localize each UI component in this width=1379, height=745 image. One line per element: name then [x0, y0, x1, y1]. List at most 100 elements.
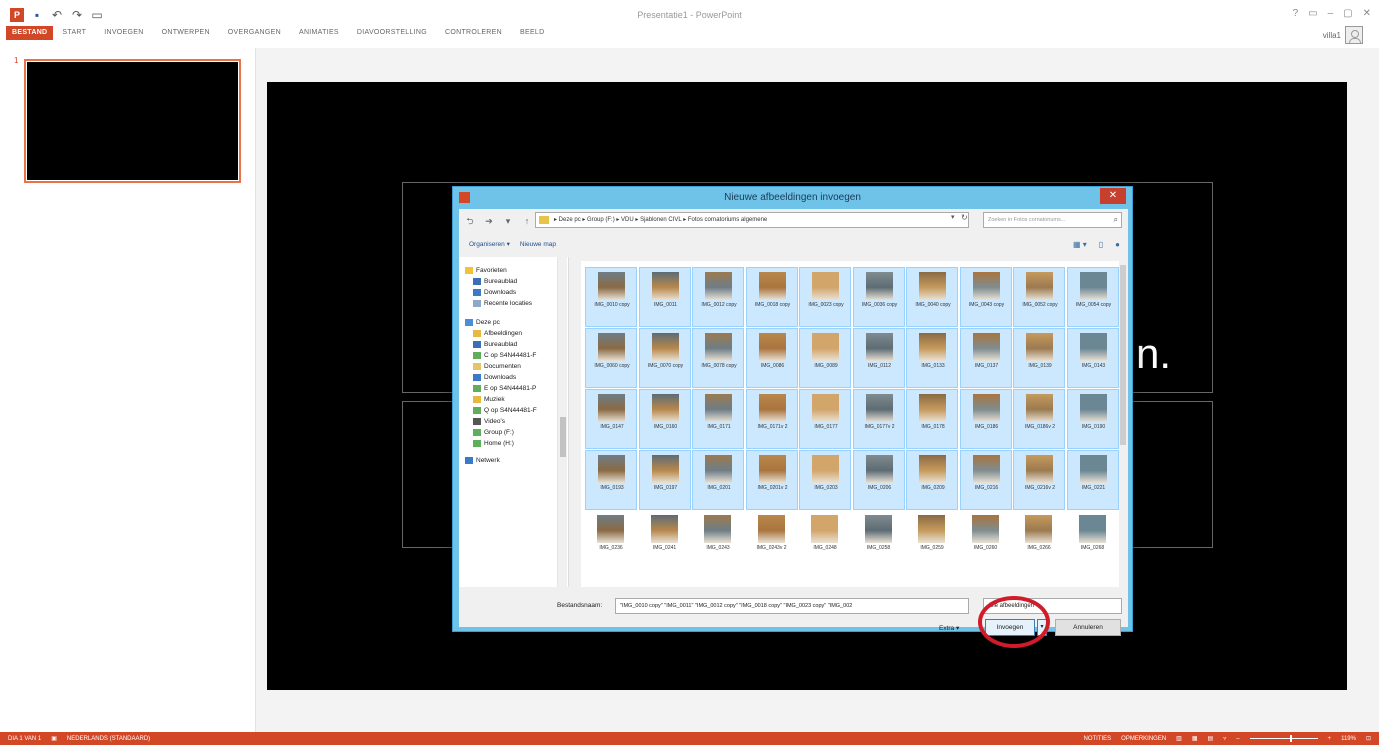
- search-input[interactable]: Zoeken in Fotos cornatoriums... ⌕: [983, 212, 1122, 228]
- file-item[interactable]: IMG_0177: [799, 389, 851, 449]
- file-item[interactable]: IMG_0177v 2: [852, 389, 905, 449]
- nav-item[interactable]: Video's: [473, 418, 505, 425]
- file-item[interactable]: IMG_0160: [638, 389, 691, 449]
- file-item[interactable]: IMG_0143: [1066, 328, 1119, 388]
- file-item[interactable]: IMG_0060 copy: [585, 328, 637, 388]
- tab-diavoorstelling[interactable]: DIAVOORSTELLING: [348, 26, 436, 40]
- nav-item[interactable]: Favorieten: [465, 267, 507, 274]
- file-item[interactable]: IMG_0010 copy: [585, 267, 637, 327]
- ribbon-display-icon[interactable]: ▭: [1308, 8, 1317, 19]
- tab-bestand[interactable]: BESTAND: [6, 26, 54, 40]
- file-item[interactable]: IMG_0201: [692, 450, 744, 510]
- nav-item[interactable]: Downloads: [473, 289, 516, 296]
- address-dropdown-icon[interactable]: ▾: [951, 213, 955, 221]
- file-item[interactable]: IMG_0259: [906, 511, 958, 571]
- file-item[interactable]: IMG_0054 copy: [1066, 267, 1119, 327]
- file-item[interactable]: IMG_0133: [906, 328, 958, 388]
- file-item[interactable]: IMG_0112: [852, 328, 905, 388]
- organize-button[interactable]: Organiseren ▾: [469, 240, 510, 248]
- file-item[interactable]: IMG_0221: [1066, 450, 1119, 510]
- file-item[interactable]: IMG_0171v 2: [745, 389, 798, 449]
- file-item[interactable]: IMG_0040 copy: [906, 267, 958, 327]
- file-item[interactable]: IMG_0186v 2: [1013, 389, 1065, 449]
- zoom-in-icon[interactable]: +: [1328, 736, 1332, 742]
- file-item[interactable]: IMG_0197: [638, 450, 691, 510]
- file-item[interactable]: IMG_0241: [639, 511, 691, 571]
- file-item[interactable]: IMG_0178: [906, 389, 958, 449]
- nav-item[interactable]: Deze pc: [465, 319, 500, 326]
- file-item[interactable]: IMG_0236: [585, 511, 637, 571]
- file-grid-scrollbar[interactable]: [1119, 261, 1127, 587]
- fit-slide-icon[interactable]: ⊡: [1366, 735, 1371, 742]
- address-bar[interactable]: ▸ Deze pc ▸ Group (F:) ▸ VDU ▸ Sjablonen…: [535, 212, 969, 228]
- file-item[interactable]: IMG_0052 copy: [1013, 267, 1065, 327]
- file-item[interactable]: IMG_0243v 2: [746, 511, 798, 571]
- file-item[interactable]: IMG_0243: [692, 511, 744, 571]
- refresh-icon[interactable]: ↻: [961, 213, 968, 222]
- file-item[interactable]: IMG_0139: [1013, 328, 1065, 388]
- recent-locations-icon[interactable]: ▾: [500, 214, 516, 228]
- nav-item[interactable]: Afbeeldingen: [473, 330, 522, 337]
- file-item[interactable]: IMG_0147: [585, 389, 637, 449]
- comments-button[interactable]: OPMERKINGEN: [1121, 736, 1166, 742]
- zoom-out-icon[interactable]: –: [1236, 736, 1239, 742]
- file-item[interactable]: IMG_0023 copy: [799, 267, 851, 327]
- new-folder-button[interactable]: Nieuwe map: [520, 241, 556, 248]
- nav-item[interactable]: Home (H:): [473, 440, 514, 447]
- zoom-slider[interactable]: [1249, 735, 1318, 742]
- reading-view-icon[interactable]: ▤: [1208, 735, 1214, 742]
- tab-ontwerpen[interactable]: ONTWERPEN: [153, 26, 219, 40]
- minimize-icon[interactable]: –: [1328, 8, 1334, 19]
- slide-thumbnail[interactable]: [24, 59, 241, 183]
- nav-item[interactable]: Downloads: [473, 374, 516, 381]
- nav-item[interactable]: Documenten: [473, 363, 521, 370]
- file-item[interactable]: IMG_0266: [1013, 511, 1065, 571]
- file-item[interactable]: IMG_0201v 2: [745, 450, 798, 510]
- maximize-icon[interactable]: ▢: [1343, 8, 1352, 19]
- up-icon[interactable]: ↑: [519, 214, 535, 228]
- file-item[interactable]: IMG_0193: [585, 450, 637, 510]
- zoom-level[interactable]: 119%: [1341, 736, 1356, 742]
- file-item[interactable]: IMG_0258: [853, 511, 905, 571]
- file-item[interactable]: IMG_0036 copy: [852, 267, 905, 327]
- nav-item[interactable]: Netwerk: [465, 457, 500, 464]
- file-item[interactable]: IMG_0209: [906, 450, 958, 510]
- nav-item[interactable]: Bureaublad: [473, 341, 517, 348]
- language-indicator[interactable]: NEDERLANDS (STANDAARD): [67, 736, 150, 742]
- notes-button[interactable]: NOTITIES: [1083, 736, 1111, 742]
- nav-item[interactable]: Group (F:): [473, 429, 514, 436]
- help-icon[interactable]: ●: [1115, 240, 1120, 249]
- file-item[interactable]: IMG_0070 copy: [638, 328, 691, 388]
- file-item[interactable]: IMG_0206: [852, 450, 905, 510]
- file-item[interactable]: IMG_0260: [960, 511, 1012, 571]
- file-item[interactable]: IMG_0089: [799, 328, 851, 388]
- tab-overgangen[interactable]: OVERGANGEN: [219, 26, 290, 40]
- spellcheck-icon[interactable]: ▣: [51, 735, 57, 742]
- nav-item[interactable]: Bureaublad: [473, 278, 517, 285]
- tab-invoegen[interactable]: INVOEGEN: [95, 26, 152, 40]
- tab-animaties[interactable]: ANIMATIES: [290, 26, 348, 40]
- filename-input[interactable]: "IMG_0010 copy" "IMG_0011" "IMG_0012 cop…: [615, 598, 969, 614]
- file-item[interactable]: IMG_0216v 2: [1013, 450, 1065, 510]
- tab-controleren[interactable]: CONTROLEREN: [436, 26, 511, 40]
- cancel-button[interactable]: Annuleren: [1055, 619, 1121, 636]
- file-item[interactable]: IMG_0203: [799, 450, 851, 510]
- tab-start[interactable]: START: [53, 26, 95, 40]
- user-account[interactable]: villa1: [1323, 26, 1363, 44]
- nav-item[interactable]: Q op S4N44481-F: [473, 407, 537, 414]
- file-item[interactable]: IMG_0011: [638, 267, 691, 327]
- nav-item[interactable]: C op S4N44481-F: [473, 352, 536, 359]
- slide-sorter-icon[interactable]: ▦: [1192, 735, 1198, 742]
- nav-item[interactable]: E op S4N44481-P: [473, 385, 536, 392]
- file-item[interactable]: IMG_0137: [959, 328, 1012, 388]
- file-item[interactable]: IMG_0268: [1067, 511, 1119, 571]
- preview-pane-icon[interactable]: ▯: [1099, 240, 1103, 249]
- tab-beeld[interactable]: BEELD: [511, 26, 553, 40]
- normal-view-icon[interactable]: ▥: [1176, 735, 1182, 742]
- close-icon[interactable]: ✕: [1363, 8, 1371, 19]
- close-button[interactable]: ✕: [1100, 188, 1126, 204]
- avatar[interactable]: [1345, 26, 1363, 44]
- file-item[interactable]: IMG_0171: [692, 389, 744, 449]
- nav-pane-scrollbar[interactable]: [557, 257, 567, 587]
- file-item[interactable]: IMG_0043 copy: [959, 267, 1012, 327]
